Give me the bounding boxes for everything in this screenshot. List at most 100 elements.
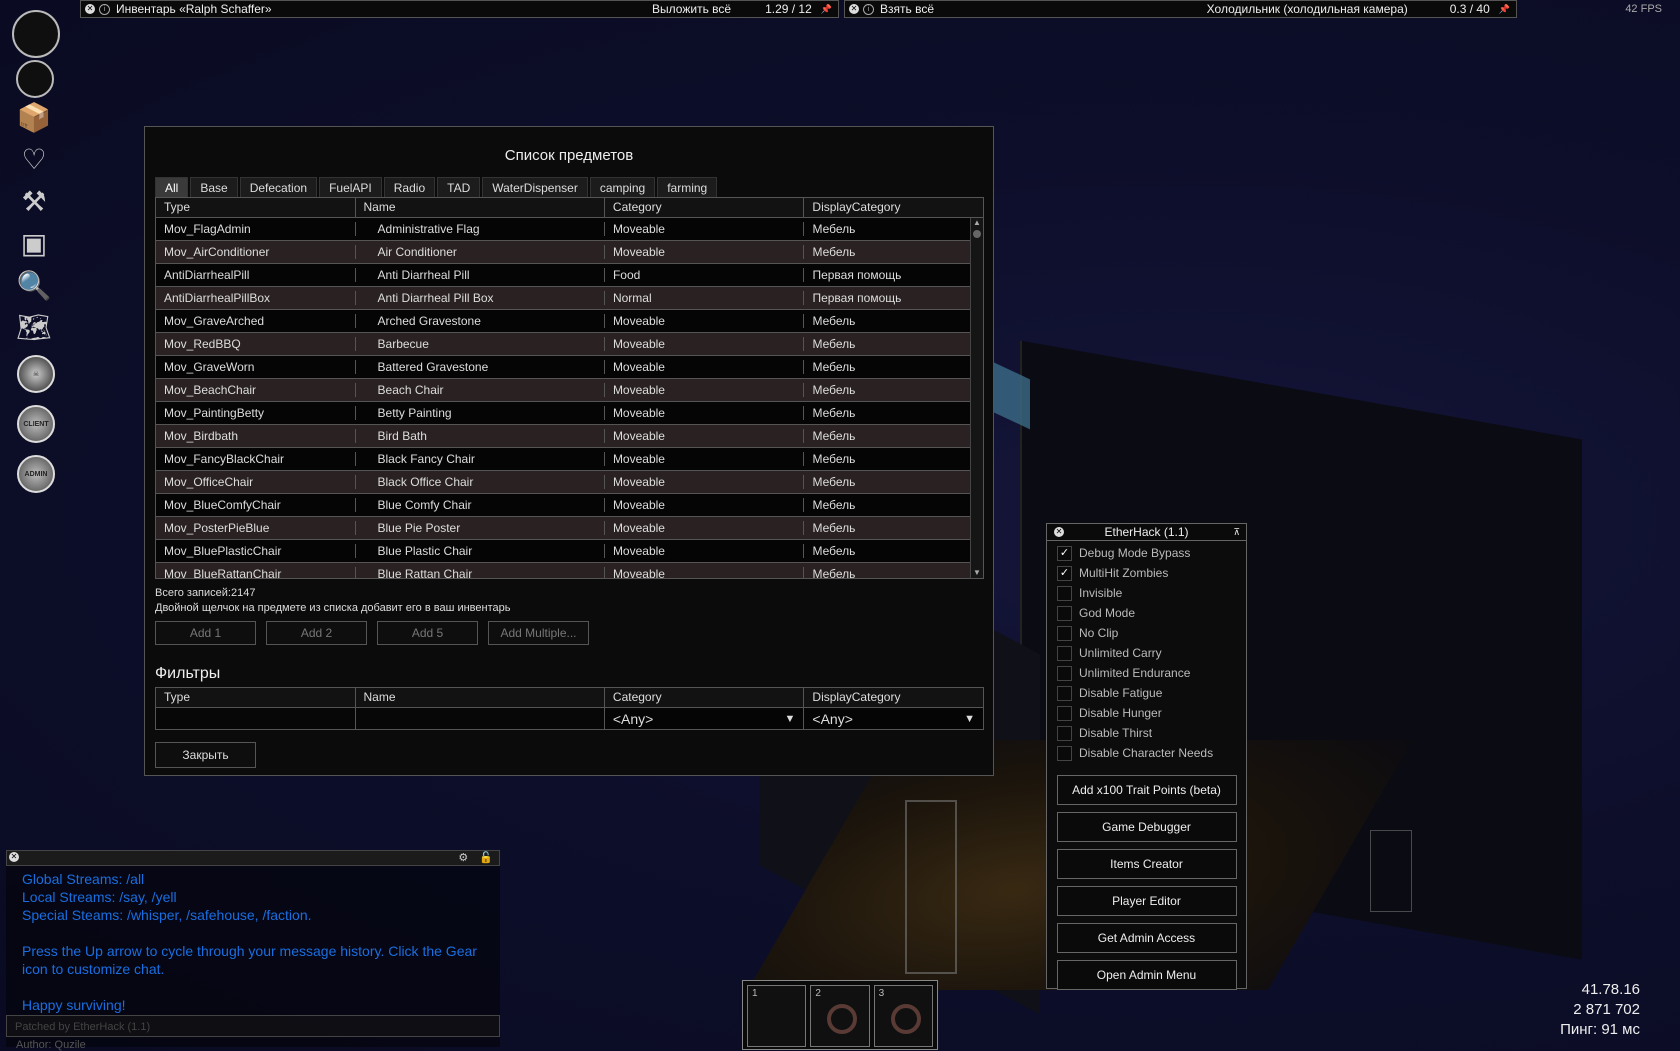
option-row[interactable]: ✓ Debug Mode Bypass [1047, 543, 1246, 563]
table-row[interactable]: Mov_GraveWorn Battered Gravestone Moveable… [156, 356, 983, 379]
close-button[interactable]: Закрыть [155, 742, 256, 768]
player-editor-button[interactable]: Player Editor [1056, 886, 1237, 916]
pin-icon[interactable]: 📌 [1499, 4, 1510, 15]
scroll-down-icon[interactable]: ▼ [971, 568, 983, 578]
table-row[interactable]: Mov_BluePlasticChair Blue Plastic Chair Mo… [156, 540, 983, 563]
close-icon[interactable]: ✕ [9, 852, 19, 862]
health-button[interactable]: ♡ [12, 142, 56, 176]
table-row[interactable]: Mov_FancyBlackChair Black Fancy Chair Move… [156, 448, 983, 471]
option-row[interactable]: Unlimited Carry [1047, 643, 1246, 663]
pin-icon[interactable]: ⊼ [1233, 524, 1240, 540]
tab-waterdispenser[interactable]: WaterDispenser [482, 177, 588, 199]
tab-fuelapi[interactable]: FuelAPI [319, 177, 382, 199]
checkbox[interactable] [1057, 665, 1072, 681]
chat-titlebar[interactable]: ✕ ⚙ 🔓 [6, 850, 500, 866]
drop-all-button[interactable]: Выложить всё [646, 2, 737, 16]
hotbar-slot[interactable]: 3 [873, 985, 933, 1047]
tab-tad[interactable]: TAD [437, 177, 481, 199]
option-row[interactable]: ✓ MultiHit Zombies [1047, 563, 1246, 583]
building-tools-button[interactable]: ⚒ [12, 184, 56, 218]
etherhack-window[interactable]: ✕ EtherHack (1.1) ⊼ ✓ Debug Mode Bypass ✓ M… [1046, 523, 1247, 990]
option-row[interactable]: No Clip [1047, 623, 1246, 643]
vertical-scrollbar[interactable]: ▲ ▼ [970, 218, 983, 578]
hotbar-slot[interactable]: 1 [747, 985, 807, 1047]
add-1-button[interactable]: Add 1 [155, 621, 256, 645]
inventory-titlebar[interactable]: ✕ i Инвентарь «Ralph Schaffer» Выложить … [80, 0, 839, 18]
chat-window[interactable]: ✕ ⚙ 🔓 Global Streams: /all Local Streams:… [6, 850, 500, 1051]
open-admin-menu-button[interactable]: Open Admin Menu [1056, 960, 1237, 990]
option-row[interactable]: Invisible [1047, 583, 1246, 603]
option-row[interactable]: Disable Character Needs [1047, 743, 1246, 763]
hotbar-slot[interactable]: 2 [810, 985, 870, 1047]
table-row[interactable]: Mov_OfficeChair Black Office Chair Moveabl… [156, 471, 983, 494]
option-row[interactable]: Unlimited Endurance [1047, 663, 1246, 683]
category-filter-select[interactable]: <Any> ▼ [605, 708, 805, 729]
type-filter-input[interactable] [156, 708, 356, 729]
add-trait-points-button[interactable]: Add x100 Trait Points (beta) [1056, 775, 1237, 805]
checkbox[interactable] [1057, 605, 1072, 621]
name-filter-input[interactable] [355, 708, 605, 729]
take-all-button[interactable]: Взять всё [874, 2, 940, 16]
client-button[interactable]: CLIENT [17, 405, 55, 443]
info-icon[interactable]: i [863, 3, 874, 15]
pin-icon[interactable]: 📌 [821, 4, 832, 15]
get-admin-access-button[interactable]: Get Admin Access [1056, 923, 1237, 953]
checkbox[interactable] [1057, 585, 1072, 601]
lock-icon[interactable]: 🔓 [479, 852, 493, 864]
checkbox[interactable] [1057, 685, 1072, 701]
column-header-displaycategory[interactable]: DisplayCategory [804, 198, 983, 217]
tab-radio[interactable]: Radio [383, 177, 436, 199]
table-row[interactable]: Mov_GraveArched Arched Gravestone Moveable… [156, 310, 983, 333]
table-row[interactable]: Mov_RedBBQ Barbecue Moveable Мебель [156, 333, 983, 356]
add-multiple-button[interactable]: Add Multiple... [488, 621, 589, 645]
tab-all[interactable]: All [155, 177, 189, 199]
table-row[interactable]: Mov_Birdbath Bird Bath Moveable Мебель [156, 425, 983, 448]
map-button[interactable]: 🗺 [12, 310, 56, 344]
zombie-button[interactable]: ☠ [17, 355, 55, 393]
close-icon[interactable]: ✕ [849, 4, 859, 14]
items-creator-button[interactable]: Items Creator [1056, 849, 1237, 879]
add-2-button[interactable]: Add 2 [266, 621, 367, 645]
items-list-window[interactable]: Список предметов All Base Defecation Fue… [144, 126, 994, 776]
gear-icon[interactable]: ⚙ [458, 852, 468, 864]
option-row[interactable]: Disable Fatigue [1047, 683, 1246, 703]
column-header-category[interactable]: Category [605, 198, 805, 217]
table-row[interactable]: Mov_FlagAdmin Administrative Flag Moveable… [156, 218, 983, 241]
add-5-button[interactable]: Add 5 [377, 621, 478, 645]
table-row[interactable]: Mov_PaintingBetty Betty Painting Moveable М… [156, 402, 983, 425]
tab-farming[interactable]: farming [657, 177, 718, 199]
option-row[interactable]: Disable Hunger [1047, 703, 1246, 723]
tab-camping[interactable]: camping [589, 177, 656, 199]
checkbox-checked[interactable]: ✓ [1057, 545, 1072, 561]
table-row[interactable]: Mov_PosterPieBlue Blue Pie Poster Moveable… [156, 517, 983, 540]
chat-input[interactable]: Patched by EtherHack (1.1) [6, 1015, 500, 1037]
etherhack-titlebar[interactable]: ✕ EtherHack (1.1) ⊼ [1047, 524, 1246, 541]
close-icon[interactable]: ✕ [1054, 527, 1064, 537]
container-titlebar[interactable]: ✕ i Взять всё Холодильник (холодильная к… [844, 0, 1517, 18]
info-icon[interactable]: i [99, 3, 110, 15]
checkbox[interactable] [1057, 645, 1072, 661]
tab-base[interactable]: Base [190, 177, 238, 199]
displaycategory-filter-select[interactable]: <Any> ▼ [804, 708, 983, 729]
table-row[interactable]: Mov_BeachChair Beach Chair Moveable Мебель [156, 379, 983, 402]
checkbox[interactable] [1057, 745, 1072, 761]
table-row[interactable]: AntiDiarrhealPillBox Anti Diarrheal Pill … [156, 287, 983, 310]
checkbox-checked[interactable]: ✓ [1057, 565, 1072, 581]
tab-defecation[interactable]: Defecation [239, 177, 318, 199]
checkbox[interactable] [1057, 625, 1072, 641]
table-row[interactable]: Mov_AirConditioner Air Conditioner Moveabl… [156, 241, 983, 264]
scroll-up-icon[interactable]: ▲ [971, 218, 983, 228]
admin-button[interactable]: ADMIN [17, 455, 55, 493]
circle-button-small[interactable] [16, 60, 54, 98]
furniture-button[interactable]: ▣ [12, 226, 56, 260]
checkbox[interactable] [1057, 725, 1072, 741]
crafting-box-button[interactable]: 📦 [12, 100, 56, 134]
search-button[interactable]: 🔍 [12, 268, 56, 302]
option-row[interactable]: God Mode [1047, 603, 1246, 623]
game-debugger-button[interactable]: Game Debugger [1056, 812, 1237, 842]
circle-button-large[interactable] [12, 10, 60, 58]
column-header-type[interactable]: Type [156, 198, 356, 217]
table-row[interactable]: Mov_BlueRattanChair Blue Rattan Chair Move… [156, 563, 983, 578]
option-row[interactable]: Disable Thirst [1047, 723, 1246, 743]
scroll-thumb[interactable] [973, 230, 981, 238]
